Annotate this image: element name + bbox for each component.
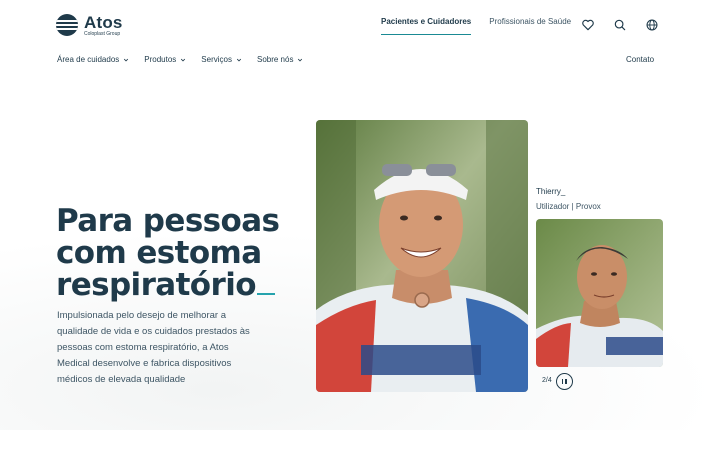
audience-tabs: Pacientes e Cuidadores Profissionais de … — [381, 17, 589, 35]
contact-link[interactable]: Contato — [626, 55, 654, 64]
chevron-down-icon — [181, 58, 186, 61]
nav-item-label: Sobre nós — [256, 55, 294, 64]
heart-icon[interactable] — [581, 18, 595, 32]
search-icon[interactable] — [613, 18, 627, 32]
hero-title: Para pessoas com estoma respiratório — [56, 205, 306, 301]
hero-description: Impulsionada pelo desejo de melhorar a q… — [57, 310, 250, 385]
tab-patients-caregivers[interactable]: Pacientes e Cuidadores — [381, 17, 472, 35]
carousel-pause-button[interactable] — [556, 373, 573, 390]
section-divider — [0, 432, 720, 450]
nav-item-services[interactable]: Serviços — [201, 55, 242, 64]
chevron-down-icon — [236, 58, 242, 61]
testimonial-name: Thierry_ — [536, 187, 566, 196]
globe-icon[interactable] — [645, 18, 659, 32]
atos-logo-mark-icon — [56, 14, 78, 36]
brand-name: Atos — [84, 12, 123, 32]
hero-title-line-3: respiratório — [56, 267, 257, 303]
carousel-counter: 2/4 — [542, 377, 552, 384]
nav-item-care-areas[interactable]: Área de cuidados — [57, 55, 129, 64]
pause-icon — [561, 378, 564, 384]
nav-item-about-us[interactable]: Sobre nós — [257, 55, 303, 64]
title-cursor-underscore — [256, 293, 275, 295]
nav-item-label: Produtos — [144, 55, 177, 64]
testimonial-role: Utilizador | Provox — [536, 202, 601, 211]
chevron-down-icon — [124, 58, 129, 61]
hero-title-line-2: com estoma — [56, 235, 262, 271]
nav-item-label: Serviços — [201, 55, 232, 64]
pause-icon — [565, 378, 567, 384]
atos-logo[interactable]: Atos Coloplast Group — [56, 12, 136, 38]
testimonial-photo — [536, 219, 663, 367]
site-header: Atos Coloplast Group Pacientes e Cuidado… — [0, 0, 720, 48]
tab-health-professionals[interactable]: Profissionais de Saúde — [489, 17, 571, 35]
brand-subtitle: Coloplast Group — [84, 30, 121, 37]
chevron-down-icon — [298, 58, 303, 61]
hero-title-line-1: Para pessoas — [56, 203, 280, 239]
main-nav: Área de cuidados Produtos Serviços Sobre… — [57, 55, 318, 64]
nav-item-label: Área de cuidados — [57, 55, 120, 64]
nav-item-products[interactable]: Produtos — [144, 55, 186, 64]
hero-main-photo — [316, 120, 528, 392]
